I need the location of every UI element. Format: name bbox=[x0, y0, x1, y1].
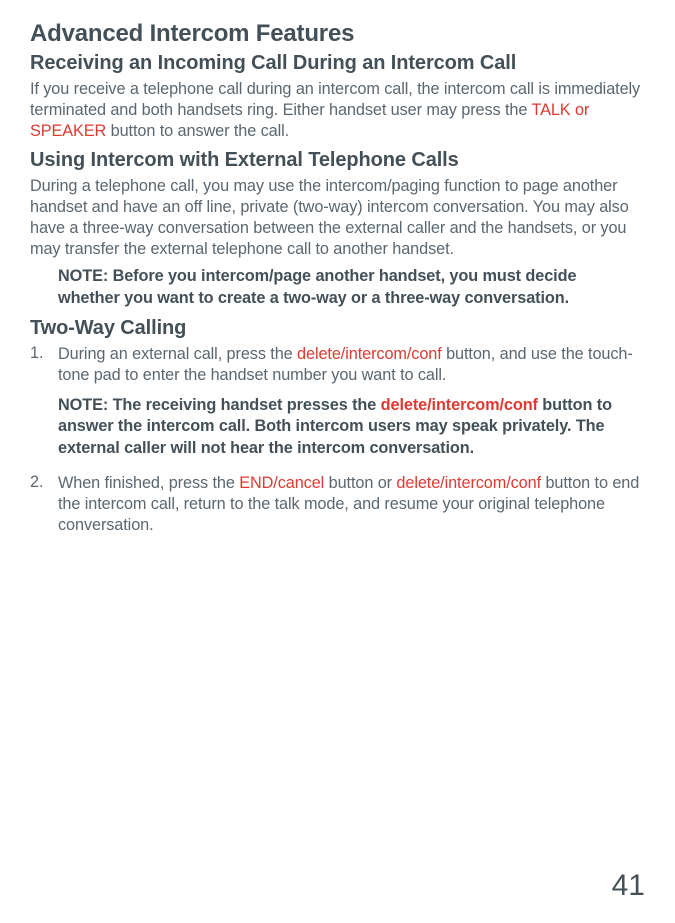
note-before-intercom: NOTE: Before you intercom/page another h… bbox=[58, 266, 633, 309]
section-heading-receiving-call: Receiving an Incoming Call During an Int… bbox=[30, 52, 643, 75]
list-item: 2. When finished, press the END/cancel b… bbox=[30, 473, 643, 537]
list-content: When finished, press the END/cancel butt… bbox=[58, 473, 643, 537]
page-title: Advanced Intercom Features bbox=[30, 20, 643, 48]
list-item: 1. During an external call, press the de… bbox=[30, 344, 643, 467]
text-red-end-cancel: END/cancel bbox=[239, 474, 324, 492]
text-run: NOTE: The receiving handset presses the bbox=[58, 396, 381, 414]
text-red-delete-intercom: delete/intercom/conf bbox=[297, 345, 442, 363]
paragraph-using-intercom: During a telephone call, you may use the… bbox=[30, 176, 643, 261]
section-heading-two-way: Two-Way Calling bbox=[30, 317, 643, 340]
paragraph-receiving-call: If you receive a telephone call during a… bbox=[30, 79, 643, 143]
section-heading-using-intercom: Using Intercom with External Telephone C… bbox=[30, 149, 643, 172]
text-run: button or bbox=[324, 474, 396, 492]
list-text-step1: During an external call, press the delet… bbox=[58, 344, 643, 386]
list-number: 2. bbox=[30, 473, 58, 537]
text-run: During an external call, press the bbox=[58, 345, 297, 363]
text-run: button to answer the call. bbox=[106, 122, 289, 140]
list-text-step2: When finished, press the END/cancel butt… bbox=[58, 473, 643, 537]
note-receiving-handset: NOTE: The receiving handset presses the … bbox=[58, 395, 643, 460]
list-number: 1. bbox=[30, 344, 58, 467]
text-red-delete-intercom: delete/intercom/conf bbox=[381, 396, 538, 414]
two-way-list: 1. During an external call, press the de… bbox=[30, 344, 643, 536]
list-content: During an external call, press the delet… bbox=[58, 344, 643, 467]
text-run: When finished, press the bbox=[58, 474, 239, 492]
text-red-delete-intercom: delete/intercom/conf bbox=[396, 474, 541, 492]
page-number: 41 bbox=[612, 869, 645, 903]
